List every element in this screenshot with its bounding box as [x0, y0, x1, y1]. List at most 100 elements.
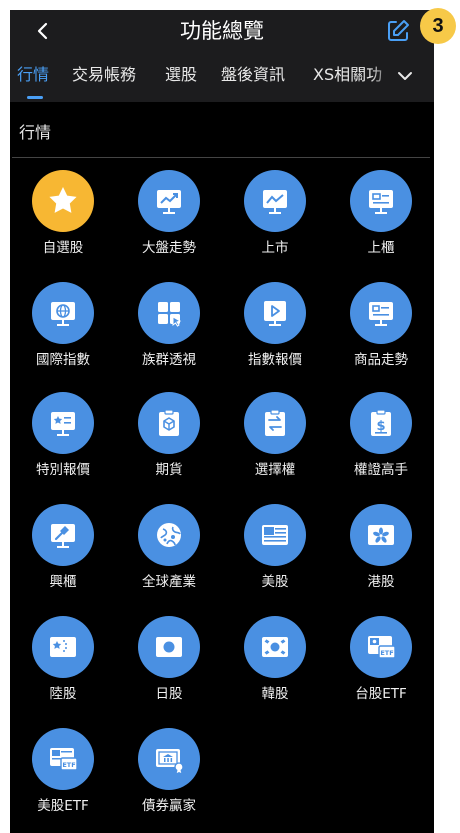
feature-japan-stock[interactable]: 日股 [116, 616, 222, 710]
feature-warrant-pro[interactable]: $ 權證高手 [328, 392, 434, 486]
feature-label: 全球產業 [142, 574, 196, 590]
tab-after-hours[interactable]: 盤後資訊 [221, 64, 285, 86]
feature-bond-winner[interactable]: 債券贏家 [116, 728, 222, 822]
feature-label: 債券贏家 [142, 798, 196, 814]
notification-badge: 3 [420, 8, 456, 44]
us-etf-icon: ETF [50, 748, 78, 771]
feature-intl-index[interactable]: 國際指數 [10, 282, 116, 376]
special-quote-icon [51, 412, 75, 436]
feature-label: 陸股 [49, 686, 77, 702]
icon-circle [32, 504, 94, 566]
tw-etf-icon: ETF [368, 636, 396, 659]
feature-label: 上櫃 [367, 240, 395, 256]
china-flag-icon [50, 637, 76, 657]
icon-circle [32, 392, 94, 454]
feature-label: 權證高手 [354, 462, 408, 478]
icon-circle: $ [350, 392, 412, 454]
feature-tw-etf[interactable]: ETF 台股ETF [328, 616, 434, 710]
feature-label: 台股ETF [355, 686, 407, 702]
feature-label: 自選股 [42, 240, 84, 256]
feature-label: 商品走勢 [354, 352, 408, 368]
feature-sector-view[interactable]: 族群透視 [116, 282, 222, 376]
options-clipboard-icon [265, 409, 285, 436]
feature-futures[interactable]: 期貨 [116, 392, 222, 486]
feature-special-quote[interactable]: 特別報價 [10, 392, 116, 486]
global-industry-icon [157, 523, 181, 547]
svg-text:ETF: ETF [62, 761, 75, 769]
feature-label: 族群透視 [142, 352, 196, 368]
tab-fade [370, 52, 396, 102]
feature-us-stock[interactable]: 美股 [222, 504, 328, 598]
chevron-down-icon[interactable] [396, 68, 414, 84]
icon-circle [244, 616, 306, 678]
warrant-clipboard-icon: $ [371, 409, 391, 436]
icon-circle [350, 170, 412, 232]
icon-circle [32, 170, 94, 232]
section-title: 行情 [19, 123, 52, 142]
feature-listed[interactable]: 上市 [222, 170, 328, 264]
icon-circle: ETF [350, 616, 412, 678]
svg-text:ETF: ETF [380, 649, 393, 657]
us-flag-icon [262, 525, 288, 545]
edit-icon[interactable] [385, 18, 411, 44]
play-board-icon [264, 301, 286, 326]
globe-board-icon [51, 302, 75, 326]
icon-circle [138, 392, 200, 454]
icon-circle [244, 504, 306, 566]
icon-circle [350, 504, 412, 566]
list-board-icon [369, 190, 393, 214]
top-bar: 功能總覽 [10, 10, 434, 52]
gavel-board-icon [51, 524, 75, 548]
feature-options[interactable]: 選擇權 [222, 392, 328, 486]
feature-label: 特別報價 [36, 462, 90, 478]
feature-global-industry[interactable]: 全球產業 [116, 504, 222, 598]
tab-stock-picking[interactable]: 選股 [165, 64, 197, 86]
tab-market[interactable]: 行情 [17, 64, 49, 86]
feature-korea-stock[interactable]: 韓股 [222, 616, 328, 710]
icon-circle: ETF [32, 728, 94, 790]
page-title: 功能總覽 [180, 19, 264, 43]
group-view-icon [158, 302, 182, 327]
feature-label: 選擇權 [254, 462, 296, 478]
feature-emerging[interactable]: 興櫃 [10, 504, 116, 598]
icon-circle [138, 282, 200, 344]
feature-label: 興櫃 [49, 574, 77, 590]
icon-circle [32, 616, 94, 678]
svg-text:$: $ [376, 419, 385, 434]
feature-label: 國際指數 [36, 352, 90, 368]
tab-bar: 行情 交易帳務 選股 盤後資訊 XS相關功 [10, 52, 434, 102]
section-divider [12, 157, 430, 158]
star-icon [49, 187, 77, 213]
futures-clipboard-icon [159, 409, 179, 436]
feature-china-stock[interactable]: 陸股 [10, 616, 116, 710]
feature-otc[interactable]: 上櫃 [328, 170, 434, 264]
line-chart-board-icon [263, 190, 287, 214]
feature-market-trend[interactable]: 大盤走勢 [116, 170, 222, 264]
icon-circle [244, 282, 306, 344]
feature-hk-stock[interactable]: 港股 [328, 504, 434, 598]
feature-index-quote[interactable]: 指數報價 [222, 282, 328, 376]
feature-label: 韓股 [261, 686, 289, 702]
feature-label: 美股 [261, 574, 289, 590]
hk-flag-icon [368, 525, 394, 545]
feature-product-trend[interactable]: 商品走勢 [328, 282, 434, 376]
feature-watchlist[interactable]: 自選股 [10, 170, 116, 264]
icon-circle [138, 616, 200, 678]
feature-us-etf[interactable]: ETF 美股ETF [10, 728, 116, 822]
feature-label: 日股 [155, 686, 183, 702]
feature-label: 港股 [367, 574, 395, 590]
phone-screen: 功能總覽 行情 交易帳務 選股 盤後資訊 XS相關功 行情 自選股 大盤走勢 上… [10, 10, 434, 833]
icon-circle [244, 392, 306, 454]
feature-label: 期貨 [155, 462, 183, 478]
feature-label: 上市 [261, 240, 289, 256]
japan-flag-icon [156, 637, 182, 657]
icon-circle [244, 170, 306, 232]
icon-circle [138, 170, 200, 232]
trend-board-icon [157, 190, 181, 214]
active-tab-indicator [27, 96, 43, 99]
feature-label: 大盤走勢 [142, 240, 196, 256]
tab-trading-account[interactable]: 交易帳務 [72, 64, 136, 86]
korea-flag-icon [262, 637, 288, 657]
icon-circle [138, 504, 200, 566]
product-board-icon [369, 302, 393, 326]
